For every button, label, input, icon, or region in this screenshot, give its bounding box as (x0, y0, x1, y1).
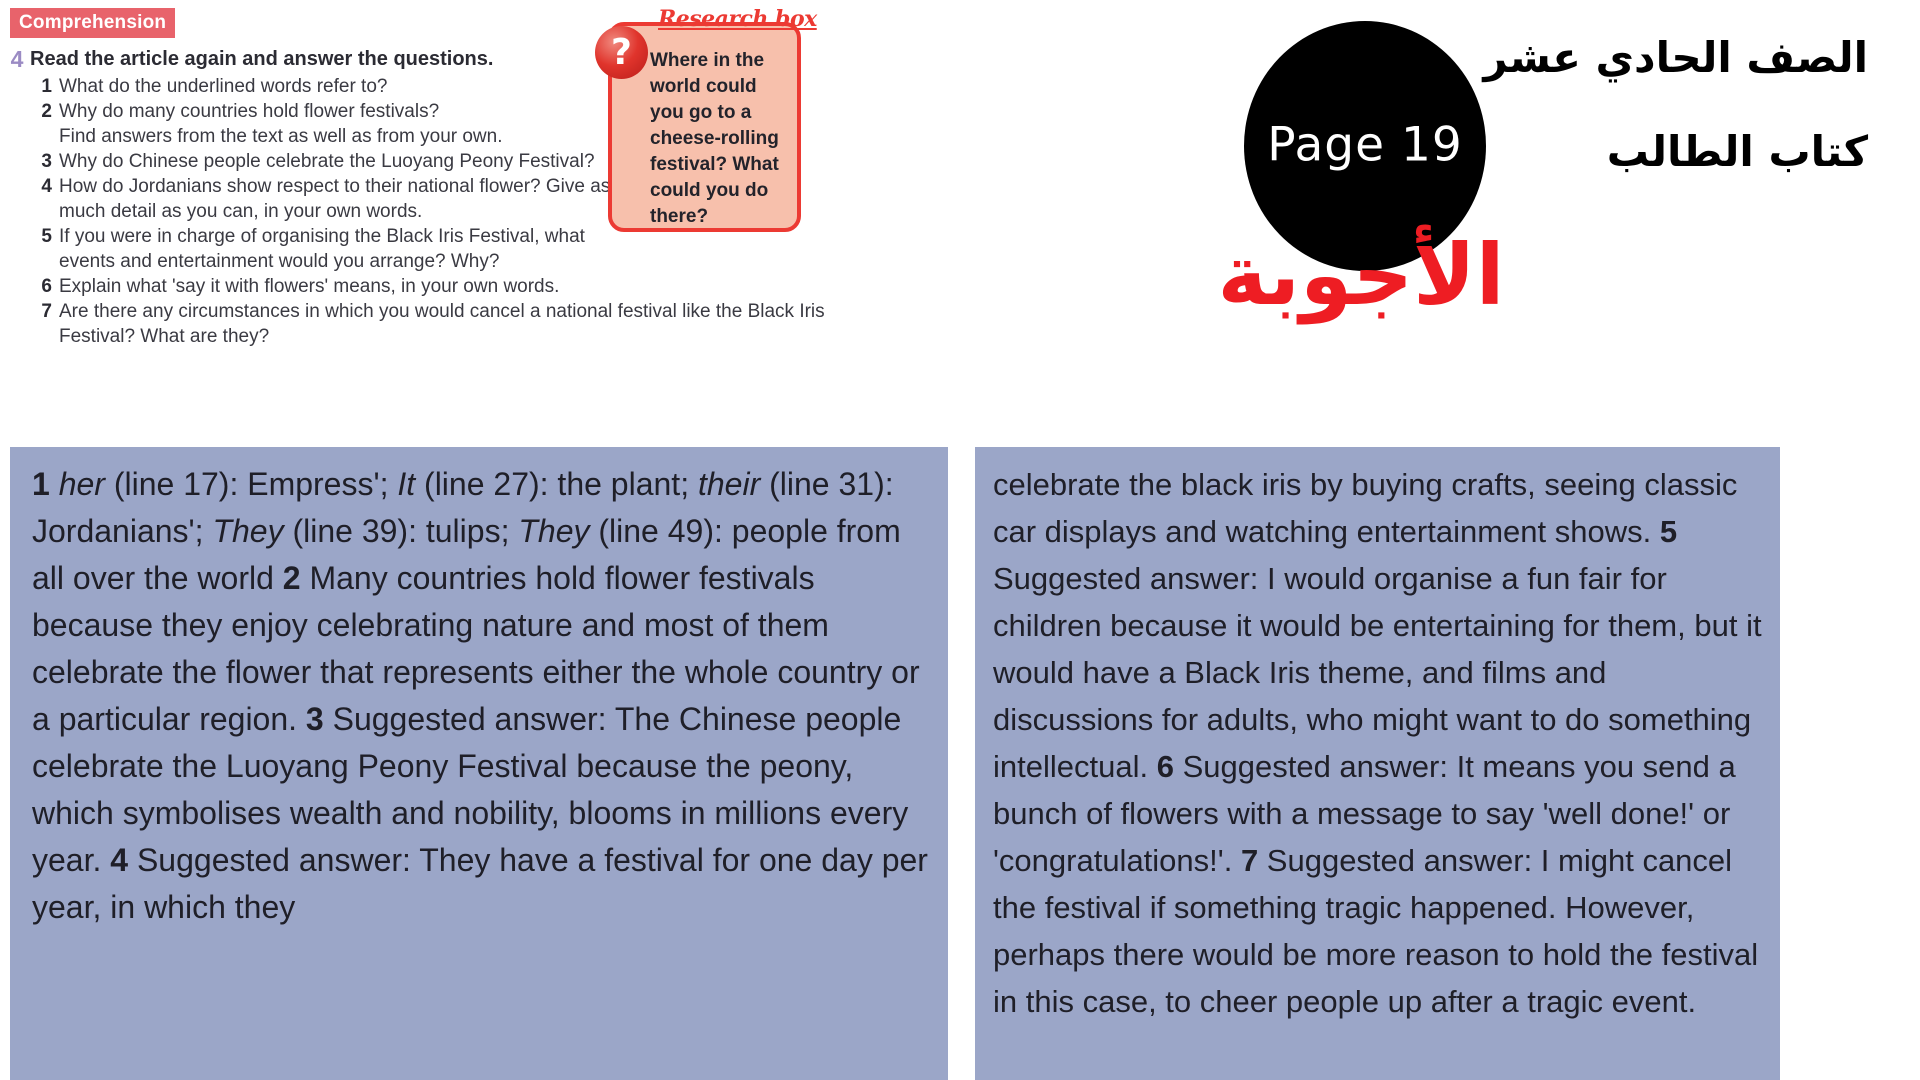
question-item: 4 How do Jordanians show respect to thei… (30, 174, 990, 224)
question-text: What do the underlined words refer to? (59, 74, 387, 99)
question-line-2: much detail as you can, in your own word… (59, 201, 423, 222)
question-mark-icon: ? (595, 26, 648, 79)
answer-panel-left: 1 her (line 17): Empress'; It (line 27):… (10, 447, 948, 1080)
exercise-heading: 4 Read the article again and answer the … (4, 46, 1010, 72)
question-text: Explain what 'say it with flowers' means… (59, 274, 559, 299)
answer-number: 3 (305, 701, 333, 737)
answer-number: 1 (32, 466, 59, 502)
answer-body: Suggested answer: They have a festival f… (32, 842, 928, 925)
answer-body: celebrate the black iris by buying craft… (993, 467, 1738, 549)
question-mark-glyph: ? (611, 31, 632, 73)
question-number: 4 (41, 176, 52, 197)
question-number: 7 (41, 301, 52, 322)
question-text: Why do Chinese people celebrate the Luoy… (59, 149, 595, 174)
question-line-1: Why do Chinese people celebrate the Luoy… (59, 151, 595, 172)
question-item: 2 Why do many countries hold flower fest… (30, 99, 990, 149)
question-item: 3 Why do Chinese people celebrate the Lu… (30, 149, 990, 174)
question-line-2: events and entertainment would you arran… (59, 251, 500, 272)
question-text: If you were in charge of organising the … (59, 224, 585, 274)
answers-area: 1 her (line 17): Empress'; It (line 27):… (0, 447, 1920, 1080)
question-line-1: Are there any circumstances in which you… (59, 301, 825, 322)
page-number-label: Page 19 (1267, 117, 1463, 173)
comprehension-section: Comprehension 4 Read the article again a… (0, 0, 1010, 410)
research-box-title: Research box (658, 6, 817, 32)
question-line-2: Festival? What are they? (59, 326, 270, 347)
comprehension-badge: Comprehension (10, 8, 176, 38)
question-text: Why do many countries hold flower festiv… (59, 99, 503, 149)
question-line-1: Explain what 'say it with flowers' means… (59, 276, 560, 297)
answer-reference-word: They (518, 513, 590, 549)
exercise-number: 4 (10, 46, 24, 72)
question-number: 2 (41, 101, 52, 122)
question-item: 7 Are there any circumstances in which y… (30, 299, 990, 349)
answer-reference-word: It (397, 466, 416, 502)
answer-reference-word: her (58, 466, 105, 502)
question-item: 6 Explain what 'say it with flowers' mea… (30, 274, 990, 299)
question-list: 1 What do the underlined words refer to?… (30, 74, 990, 349)
answer-fragment: (line 27): the plant; (415, 466, 698, 502)
question-number: 3 (41, 151, 52, 172)
answer-reference-word: They (212, 513, 284, 549)
answer-number: 4 (110, 842, 137, 878)
answer-text-left: 1 her (line 17): Empress'; It (line 27):… (32, 461, 930, 931)
answer-fragment: (line 39): tulips; (283, 513, 519, 549)
question-item: 5 If you were in charge of organising th… (30, 224, 990, 274)
question-line-1: If you were in charge of organising the … (59, 226, 585, 247)
answer-number: 6 (1156, 749, 1183, 784)
answer-fragment: (line 17): Empress'; (104, 466, 398, 502)
question-number: 6 (41, 276, 52, 297)
question-text: Are there any circumstances in which you… (59, 299, 825, 349)
question-number: 5 (41, 226, 52, 247)
question-number: 1 (41, 76, 52, 97)
arabic-answers-title: الأجوبة (1217, 226, 1505, 324)
question-line-1: What do the underlined words refer to? (59, 76, 388, 97)
answer-number: 5 (1659, 514, 1678, 549)
arabic-book-label: كتاب الطالب (1606, 127, 1868, 176)
question-line-1: How do Jordanians show respect to their … (59, 176, 611, 197)
question-line-1: Why do many countries hold flower festiv… (59, 101, 440, 122)
question-item: 1 What do the underlined words refer to? (30, 74, 990, 99)
answer-reference-word: their (697, 466, 761, 502)
arabic-grade-label: الصف الحادي عشر (1483, 33, 1868, 82)
question-text: How do Jordanians show respect to their … (59, 174, 610, 224)
research-box-text: Where in the world could you go to a che… (650, 50, 779, 227)
exercise-instruction: Read the article again and answer the qu… (30, 48, 494, 70)
answer-number: 2 (282, 560, 310, 596)
answer-number: 7 (1240, 843, 1267, 878)
question-line-2: Find answers from the text as well as fr… (59, 126, 503, 147)
answer-panel-right: celebrate the black iris by buying craft… (975, 447, 1780, 1080)
answer-text-right: celebrate the black iris by buying craft… (993, 461, 1766, 1025)
